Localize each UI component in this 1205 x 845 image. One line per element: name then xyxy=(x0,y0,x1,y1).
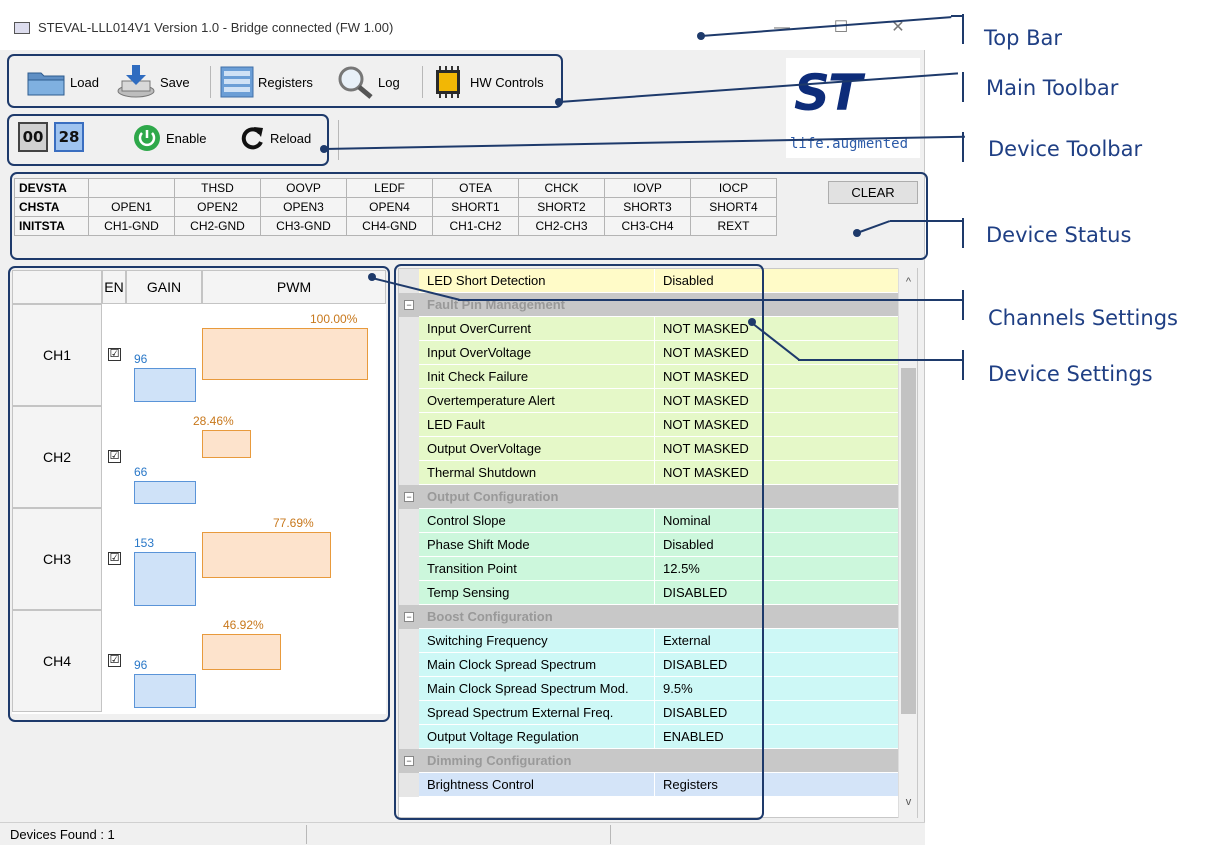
bracket-tick xyxy=(962,132,964,162)
status-bar: Devices Found : 1 xyxy=(0,822,925,845)
toolbar-separator xyxy=(338,120,339,160)
statusbar-divider xyxy=(610,825,611,844)
annotation-device-toolbar: Device Toolbar xyxy=(988,137,1143,161)
st-logo: ST life.augmented xyxy=(786,58,920,158)
annotation-device-settings: Device Settings xyxy=(988,362,1153,386)
annotation-device-status: Device Status xyxy=(986,223,1132,247)
window-title: STEVAL-LLL014V1 Version 1.0 - Bridge con… xyxy=(38,20,394,35)
scroll-up-arrow[interactable]: ^ xyxy=(899,276,918,288)
bracket-tick xyxy=(962,14,964,44)
st-logo-mark: ST xyxy=(794,64,862,122)
annotation-top-bar: Top Bar xyxy=(984,26,1063,50)
bracket-tick xyxy=(962,72,964,102)
annotation-main-toolbar: Main Toolbar xyxy=(986,76,1119,100)
bracket-tick xyxy=(962,218,964,248)
close-button[interactable]: ✕ xyxy=(883,14,913,42)
settings-scrollbar[interactable]: ^ v xyxy=(898,268,917,818)
channels-settings-highlight xyxy=(8,266,390,722)
devices-found-text: Devices Found : 1 xyxy=(10,827,115,842)
leader-line xyxy=(798,359,964,361)
annotation-channels-settings: Channels Settings xyxy=(988,306,1178,330)
bracket-tick xyxy=(962,290,964,320)
device-toolbar-highlight xyxy=(7,114,329,166)
scroll-down-arrow[interactable]: v xyxy=(899,796,918,808)
device-status-highlight xyxy=(10,172,928,260)
app-icon xyxy=(14,22,30,34)
bracket-tick xyxy=(962,350,964,380)
leader-line xyxy=(890,220,962,222)
maximize-button[interactable]: ☐ xyxy=(826,14,856,42)
main-toolbar-highlight xyxy=(7,54,563,108)
title-bar[interactable]: STEVAL-LLL014V1 Version 1.0 - Bridge con… xyxy=(0,0,925,50)
device-settings-highlight xyxy=(394,264,764,820)
statusbar-divider xyxy=(306,825,307,844)
scroll-thumb[interactable] xyxy=(901,368,916,714)
leader-line xyxy=(458,299,964,301)
